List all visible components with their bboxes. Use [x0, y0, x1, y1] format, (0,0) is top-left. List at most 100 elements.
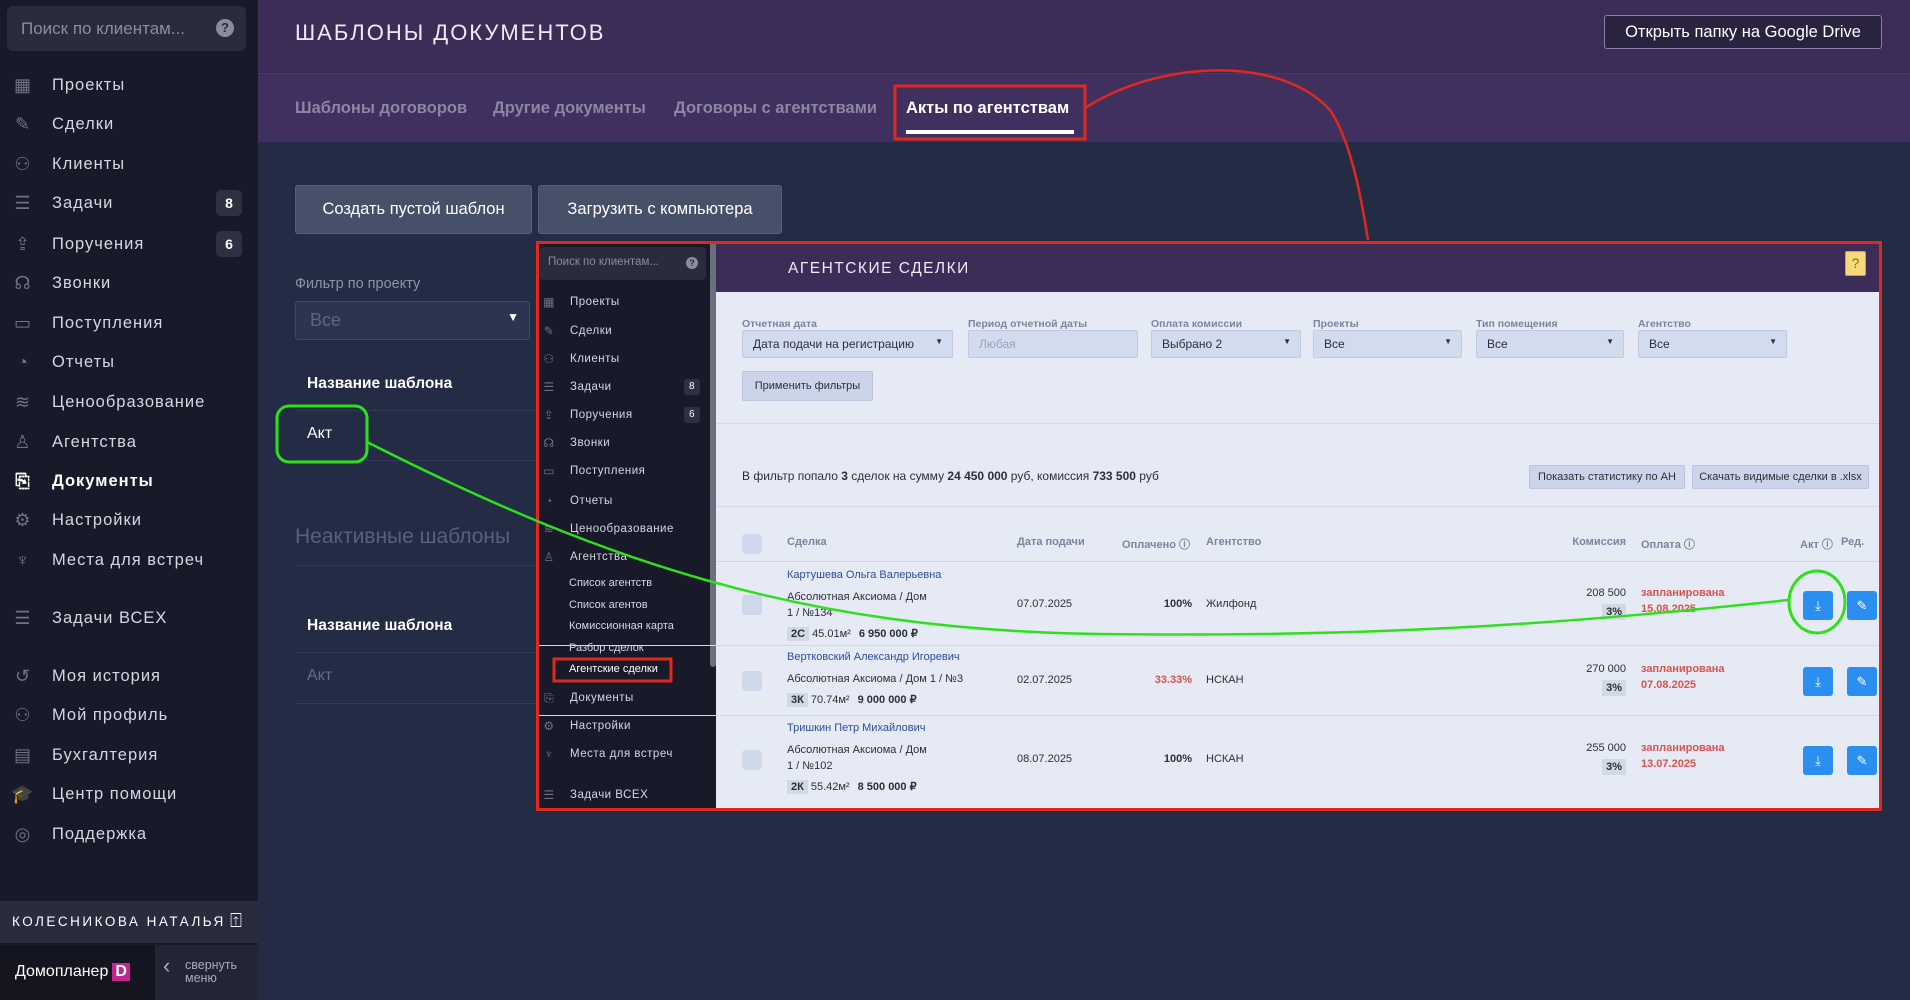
project-filter-select[interactable]: Все ▼: [295, 301, 530, 340]
inner-nav-item[interactable]: ☰ Задачи 8: [536, 377, 706, 397]
create-empty-template-button[interactable]: Создать пустой шаблон: [295, 185, 532, 234]
inner-nav-item[interactable]: ☊ Звонки: [536, 433, 706, 453]
select-all-checkbox[interactable]: [742, 534, 762, 554]
filter-select[interactable]: Все ▼: [1313, 330, 1462, 358]
col-date: Дата подачи: [1017, 536, 1085, 548]
show-agency-stats-button[interactable]: Показать статистику по АН: [1529, 465, 1685, 489]
inactive-template-row-act[interactable]: Акт: [307, 667, 332, 685]
caret-down-icon: ▼: [935, 337, 943, 346]
client-search-input[interactable]: Поиск по клиентам...?: [7, 6, 246, 51]
project-filter-label: Фильтр по проекту: [295, 276, 421, 292]
sidebar-item-17[interactable]: 🎓 Центр помощи: [0, 776, 258, 812]
filter-select[interactable]: Выбрано 2 ▼: [1151, 330, 1301, 358]
headset-icon: ☊: [14, 272, 32, 293]
filter-label: Оплата комиссии: [1151, 318, 1243, 330]
submission-date: 02.07.2025: [1017, 674, 1073, 686]
sidebar-item-4[interactable]: ⇪ Поручения 6: [0, 226, 258, 262]
agent-icon: ♙: [543, 550, 555, 564]
deal-price: 9 000 000 ₽: [857, 694, 917, 706]
row-checkbox[interactable]: [742, 671, 762, 691]
divider: [295, 565, 536, 566]
sidebar-item-0[interactable]: ▦ Проекты: [0, 67, 258, 103]
row-checkbox[interactable]: [742, 750, 762, 770]
sidebar-item-16[interactable]: ▤ Бухгалтерия: [0, 737, 258, 773]
inner-client-search-input[interactable]: Поиск по клиентам...?: [540, 247, 706, 280]
help-icon[interactable]: ?: [216, 19, 234, 37]
tab-contract-templates[interactable]: Шаблоны договоров: [295, 99, 467, 118]
col-agency: Агентство: [1206, 536, 1262, 548]
row-checkbox[interactable]: [742, 594, 762, 615]
sidebar-item-5[interactable]: ☊ Звонки: [0, 265, 258, 301]
edit-icon: ✎: [1856, 674, 1868, 689]
count-badge: 6: [684, 407, 700, 423]
sidebar-item-9[interactable]: ♙ Агентства: [0, 424, 258, 460]
edit-deal-button[interactable]: ✎: [1847, 590, 1877, 620]
inner-nav-item[interactable]: ⇪ Поручения 6: [536, 405, 706, 425]
sidebar-item-8[interactable]: ≋ Ценообразование: [0, 384, 258, 420]
edit-deal-button[interactable]: ✎: [1847, 746, 1877, 775]
inner-nav-item[interactable]: ✎ Сделки: [536, 321, 706, 341]
logout-door-icon[interactable]: ⍐: [230, 910, 242, 933]
commission-percent: 3%: [1602, 759, 1626, 775]
inner-nav-item[interactable]: ◔ Отчеты: [536, 491, 706, 511]
inner-nav-item[interactable]: ⚇ Клиенты: [536, 349, 706, 369]
filter-value: Дата подачи на регистрацию: [753, 337, 914, 351]
client-link[interactable]: Картушева Ольга Валерьевна: [787, 569, 941, 581]
open-google-drive-button[interactable]: Открыть папку на Google Drive: [1604, 15, 1882, 49]
help-icon[interactable]: ?: [686, 257, 698, 269]
commission-amount: 255 000: [1586, 742, 1626, 754]
filter-select[interactable]: Дата подачи на регистрацию ▼: [742, 330, 953, 358]
sidebar-item-15[interactable]: ⚇ Мой профиль: [0, 697, 258, 733]
file-download-icon: ⤓: [1815, 597, 1821, 613]
commission-percent: 3%: [1602, 680, 1626, 696]
sidebar-item-12[interactable]: ♆ Места для встреч: [0, 542, 258, 578]
caret-down-icon: ▼: [1283, 337, 1291, 346]
filter-select[interactable]: Все ▼: [1638, 330, 1787, 358]
wallet-icon: ▭: [543, 464, 555, 478]
client-link[interactable]: Тришкин Петр Михайлович: [787, 722, 925, 734]
filter-select[interactable]: Любая: [968, 330, 1138, 358]
sidebar-item-label: Задачи: [52, 193, 114, 212]
inner-nav-item[interactable]: ▭ Поступления: [536, 461, 706, 481]
building-icon: ▦: [543, 295, 555, 309]
user-bar[interactable]: КОЛЕСНИКОВА НАТАЛЬЯ ⍐: [0, 901, 258, 943]
col-payment: Оплата ⓘ: [1641, 539, 1695, 551]
collapse-menu-button[interactable]: ‹ свернуть меню: [155, 945, 258, 1000]
filter-value: Выбрано 2: [1162, 337, 1223, 351]
caret-down-icon: ▼: [1769, 337, 1777, 346]
sidebar-item-14[interactable]: ↺ Моя история: [0, 658, 258, 694]
inner-nav-item[interactable]: ▦ Проекты: [536, 292, 706, 312]
sidebar-item-2[interactable]: ⚇ Клиенты: [0, 146, 258, 182]
download-act-button[interactable]: ⤓: [1803, 590, 1833, 620]
paid-percent: 100%: [1163, 597, 1192, 610]
help-hint-icon[interactable]: ?: [1845, 251, 1866, 276]
building-icon: ▦: [13, 74, 32, 95]
sidebar-item-7[interactable]: ◔ Отчеты: [0, 344, 258, 380]
download-act-button[interactable]: ⤓: [1803, 667, 1833, 696]
apply-filters-button[interactable]: Применить фильтры: [742, 371, 873, 401]
room-type-badge: 3К: [787, 693, 808, 707]
download-act-button[interactable]: ⤓: [1803, 746, 1833, 775]
template-row-act[interactable]: Акт: [307, 425, 332, 443]
sidebar-item-6[interactable]: ▭ Поступления: [0, 305, 258, 341]
deal-details: 3К 70.74м² 9 000 000 ₽: [787, 693, 917, 707]
inner-nav-item[interactable]: ≋ Ценообразование: [536, 519, 706, 539]
deal-address: Абсолютная Аксиома / Дом 1 / №3: [787, 673, 964, 685]
sidebar-item-11[interactable]: ⚙ Настройки: [0, 502, 258, 538]
filter-value: Все: [1324, 337, 1345, 351]
tab-other-documents[interactable]: Другие документы: [493, 99, 646, 118]
inner-nav-label: Звонки: [570, 437, 611, 449]
download-xlsx-button[interactable]: Скачать видимые сделки в .xlsx: [1692, 465, 1869, 489]
client-link[interactable]: Вертковский Александр Игоревич: [787, 651, 960, 663]
sidebar-item-13[interactable]: ☰ Задачи ВСЕХ: [0, 600, 258, 636]
edit-deal-button[interactable]: ✎: [1847, 667, 1877, 696]
sidebar-item-3[interactable]: ☰ Задачи 8: [0, 185, 258, 221]
sidebar-item-10[interactable]: ⎘ Документы: [0, 463, 258, 499]
tab-agency-contracts[interactable]: Договоры с агентствами: [674, 99, 877, 118]
upload-from-computer-button[interactable]: Загрузить с компьютера: [538, 185, 782, 234]
sidebar-item-18[interactable]: ◎ Поддержка: [0, 816, 258, 852]
tab-agency-acts[interactable]: Акты по агентствам: [906, 99, 1069, 118]
room-type-badge: 2К: [787, 780, 808, 794]
filter-select[interactable]: Все ▼: [1476, 330, 1624, 358]
sidebar-item-1[interactable]: ✎ Сделки: [0, 106, 258, 142]
